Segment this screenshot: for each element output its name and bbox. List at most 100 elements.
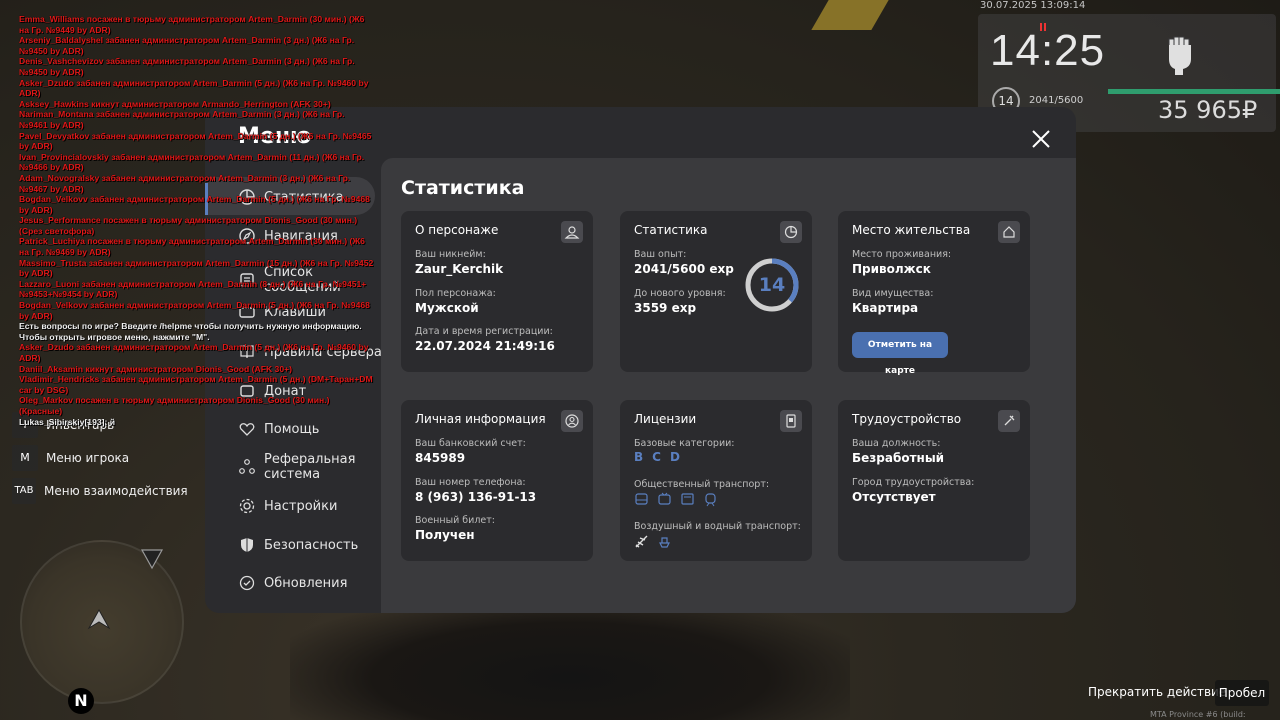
work-city-label: Город трудоустройства: bbox=[852, 477, 975, 488]
level-value: 14 bbox=[758, 274, 786, 296]
card-residence: Место жительства Место проживания: Приво… bbox=[838, 211, 1030, 376]
air-water-transport-label: Воздушный и водный транспорт: bbox=[634, 521, 801, 532]
key-badge: M bbox=[12, 445, 38, 471]
license-categories: B C D bbox=[634, 450, 680, 464]
chat-line: Emma_Williams посажен в тюрьму администр… bbox=[19, 14, 365, 35]
military-value: Получен bbox=[415, 528, 475, 542]
update-icon bbox=[239, 575, 255, 591]
position-label: Ваша должность: bbox=[852, 438, 941, 449]
referral-icon bbox=[239, 459, 255, 474]
next-level-value: 3559 exp bbox=[634, 301, 697, 315]
exp-value: 2041/5600 exp bbox=[634, 262, 734, 276]
nav-label: Обновления bbox=[264, 575, 348, 591]
chat-log: Emma_Williams посажен в тюрьму администр… bbox=[19, 14, 374, 427]
license-icon bbox=[780, 410, 802, 432]
space-key-badge[interactable]: Пробел bbox=[1215, 680, 1269, 706]
chat-line: Patrick_Luchiya посажен в тюрьму админис… bbox=[19, 236, 365, 258]
public-transport-icons bbox=[634, 492, 718, 507]
license-category-c: C bbox=[652, 450, 661, 464]
fist-icon bbox=[1168, 36, 1191, 75]
card-title: Личная информация bbox=[415, 412, 546, 426]
card-title: О персонаже bbox=[415, 223, 499, 237]
air-water-transport-icons bbox=[634, 534, 672, 549]
chat-line: Lazzaro_Luoni забанен администратором Ar… bbox=[19, 278, 367, 300]
exp-label: Ваш опыт: bbox=[634, 249, 687, 260]
work-city-value: Отсутствует bbox=[852, 490, 936, 504]
card-statistics: Статистика Ваш опыт: 2041/5600 exp До но… bbox=[620, 211, 812, 372]
shield-icon bbox=[241, 538, 253, 552]
chat-line: Adam_Novogralsky забанен администратором… bbox=[19, 172, 351, 194]
nav-item-updates[interactable]: Обновления bbox=[238, 574, 347, 592]
nav-label: Реферальная система bbox=[264, 452, 356, 482]
base-categories-label: Базовые категории: bbox=[634, 438, 735, 449]
position-value: Безработный bbox=[852, 451, 945, 465]
license-category-b: B bbox=[634, 450, 644, 464]
card-employment: Трудоустройство Ваша должность: Безработ… bbox=[838, 400, 1030, 561]
chat-line: Есть вопросы по игре? Введите /helpme чт… bbox=[19, 321, 362, 332]
reg-label: Дата и время регистрации: bbox=[415, 326, 553, 337]
section-title: Статистика bbox=[401, 177, 525, 199]
boat-icon bbox=[659, 537, 670, 548]
nick-label: Ваш никнейм: bbox=[415, 249, 486, 260]
user-circle-icon bbox=[561, 410, 583, 432]
chat-line: Oleg_Markov посажен в тюрьму администрат… bbox=[19, 395, 330, 416]
place-label: Место проживания: bbox=[852, 249, 952, 260]
card-personal: Личная информация Ваш банковский счет: 8… bbox=[401, 400, 593, 561]
place-value: Приволжск bbox=[852, 262, 931, 276]
waypoint-icon bbox=[140, 549, 164, 570]
card-character: О персонаже Ваш никнейм: Zaur_Kerchik По… bbox=[401, 211, 593, 372]
scene-road bbox=[811, 0, 889, 30]
mark-on-map-button[interactable]: Отметить на карте bbox=[852, 332, 948, 376]
phone-value: 8 (963) 136-91-13 bbox=[415, 490, 537, 504]
nav-item-referral[interactable]: Реферальная система bbox=[238, 452, 356, 482]
pie-chart-icon bbox=[780, 221, 802, 243]
gear-icon bbox=[239, 498, 255, 514]
chat-line: Ivan_Provincialovskiy забанен администра… bbox=[19, 151, 365, 173]
hotkey-label: Меню игрока bbox=[46, 451, 130, 465]
card-title: Трудоустройство bbox=[852, 412, 962, 426]
gender-label: Пол персонажа: bbox=[415, 288, 496, 299]
card-title: Лицензии bbox=[634, 412, 697, 426]
hotkey-player-menu[interactable]: M Меню игрока bbox=[12, 445, 129, 471]
chat-line: Denis_Vashchevizov забанен администратор… bbox=[19, 56, 355, 77]
north-indicator: N bbox=[68, 688, 94, 714]
gender-value: Мужской bbox=[415, 301, 479, 315]
card-title: Статистика bbox=[634, 223, 708, 237]
chat-line: Bogdan_Velkovv забанен администратором A… bbox=[19, 194, 370, 215]
trolleybus-icon bbox=[658, 492, 671, 505]
chat-line: Asksey_Hawkins кикнут администратором Ar… bbox=[19, 98, 331, 109]
user-icon bbox=[561, 221, 583, 243]
player-arrow-icon bbox=[87, 608, 111, 630]
chat-line: Lukas_Sibirskiy[193]: й bbox=[19, 416, 116, 427]
plane-icon bbox=[635, 535, 648, 548]
bank-value: 845989 bbox=[415, 451, 466, 465]
close-icon[interactable] bbox=[1030, 128, 1052, 150]
chat-line: Pavel_Devyatkov забанен администратором … bbox=[19, 130, 372, 152]
nav-item-security[interactable]: Безопасность bbox=[238, 536, 358, 554]
military-label: Военный билет: bbox=[415, 515, 495, 526]
chat-line: Vladimir_Hendricks забанен администратор… bbox=[19, 374, 373, 395]
hud-alert-icon bbox=[1040, 23, 1046, 31]
chat-line: Bogdan_Velkovv забанен администратором A… bbox=[19, 300, 370, 321]
scene-character bbox=[290, 600, 850, 720]
chat-line: Чтобы открыть игровое меню, нажмите "M". bbox=[19, 331, 210, 342]
nav-label: Безопасность bbox=[264, 537, 359, 553]
chat-line: Asker_Dzudo забанен администратором Arte… bbox=[19, 77, 369, 99]
hotkey-label: Меню взаимодействия bbox=[44, 484, 188, 498]
nav-label: Настройки bbox=[264, 498, 338, 514]
hud-clock: 14:25 bbox=[990, 26, 1106, 75]
nav-item-settings[interactable]: Настройки bbox=[238, 497, 337, 515]
tools-icon bbox=[998, 410, 1020, 432]
chat-line: Asker_Dzudo забанен администратором Arte… bbox=[19, 342, 369, 363]
phone-label: Ваш номер телефона: bbox=[415, 477, 526, 488]
hud-datetime: 30.07.2025 13:09:14 bbox=[980, 0, 1086, 11]
key-badge: TAB bbox=[12, 478, 36, 504]
hud-exp: 2041/5600 bbox=[1029, 95, 1084, 106]
chat-line: Jesus_Performance посажен в тюрьму админ… bbox=[19, 215, 358, 236]
chat-line: Daniil_Aksamin кикнут администратором Di… bbox=[19, 363, 292, 374]
nick-value: Zaur_Kerchik bbox=[415, 262, 504, 276]
chat-line: Massimo_Trusta забанен администратором A… bbox=[19, 257, 374, 279]
tram-icon bbox=[681, 493, 694, 505]
bus-icon bbox=[635, 493, 648, 505]
hotkey-interaction-menu[interactable]: TAB Меню взаимодействия bbox=[12, 478, 188, 504]
